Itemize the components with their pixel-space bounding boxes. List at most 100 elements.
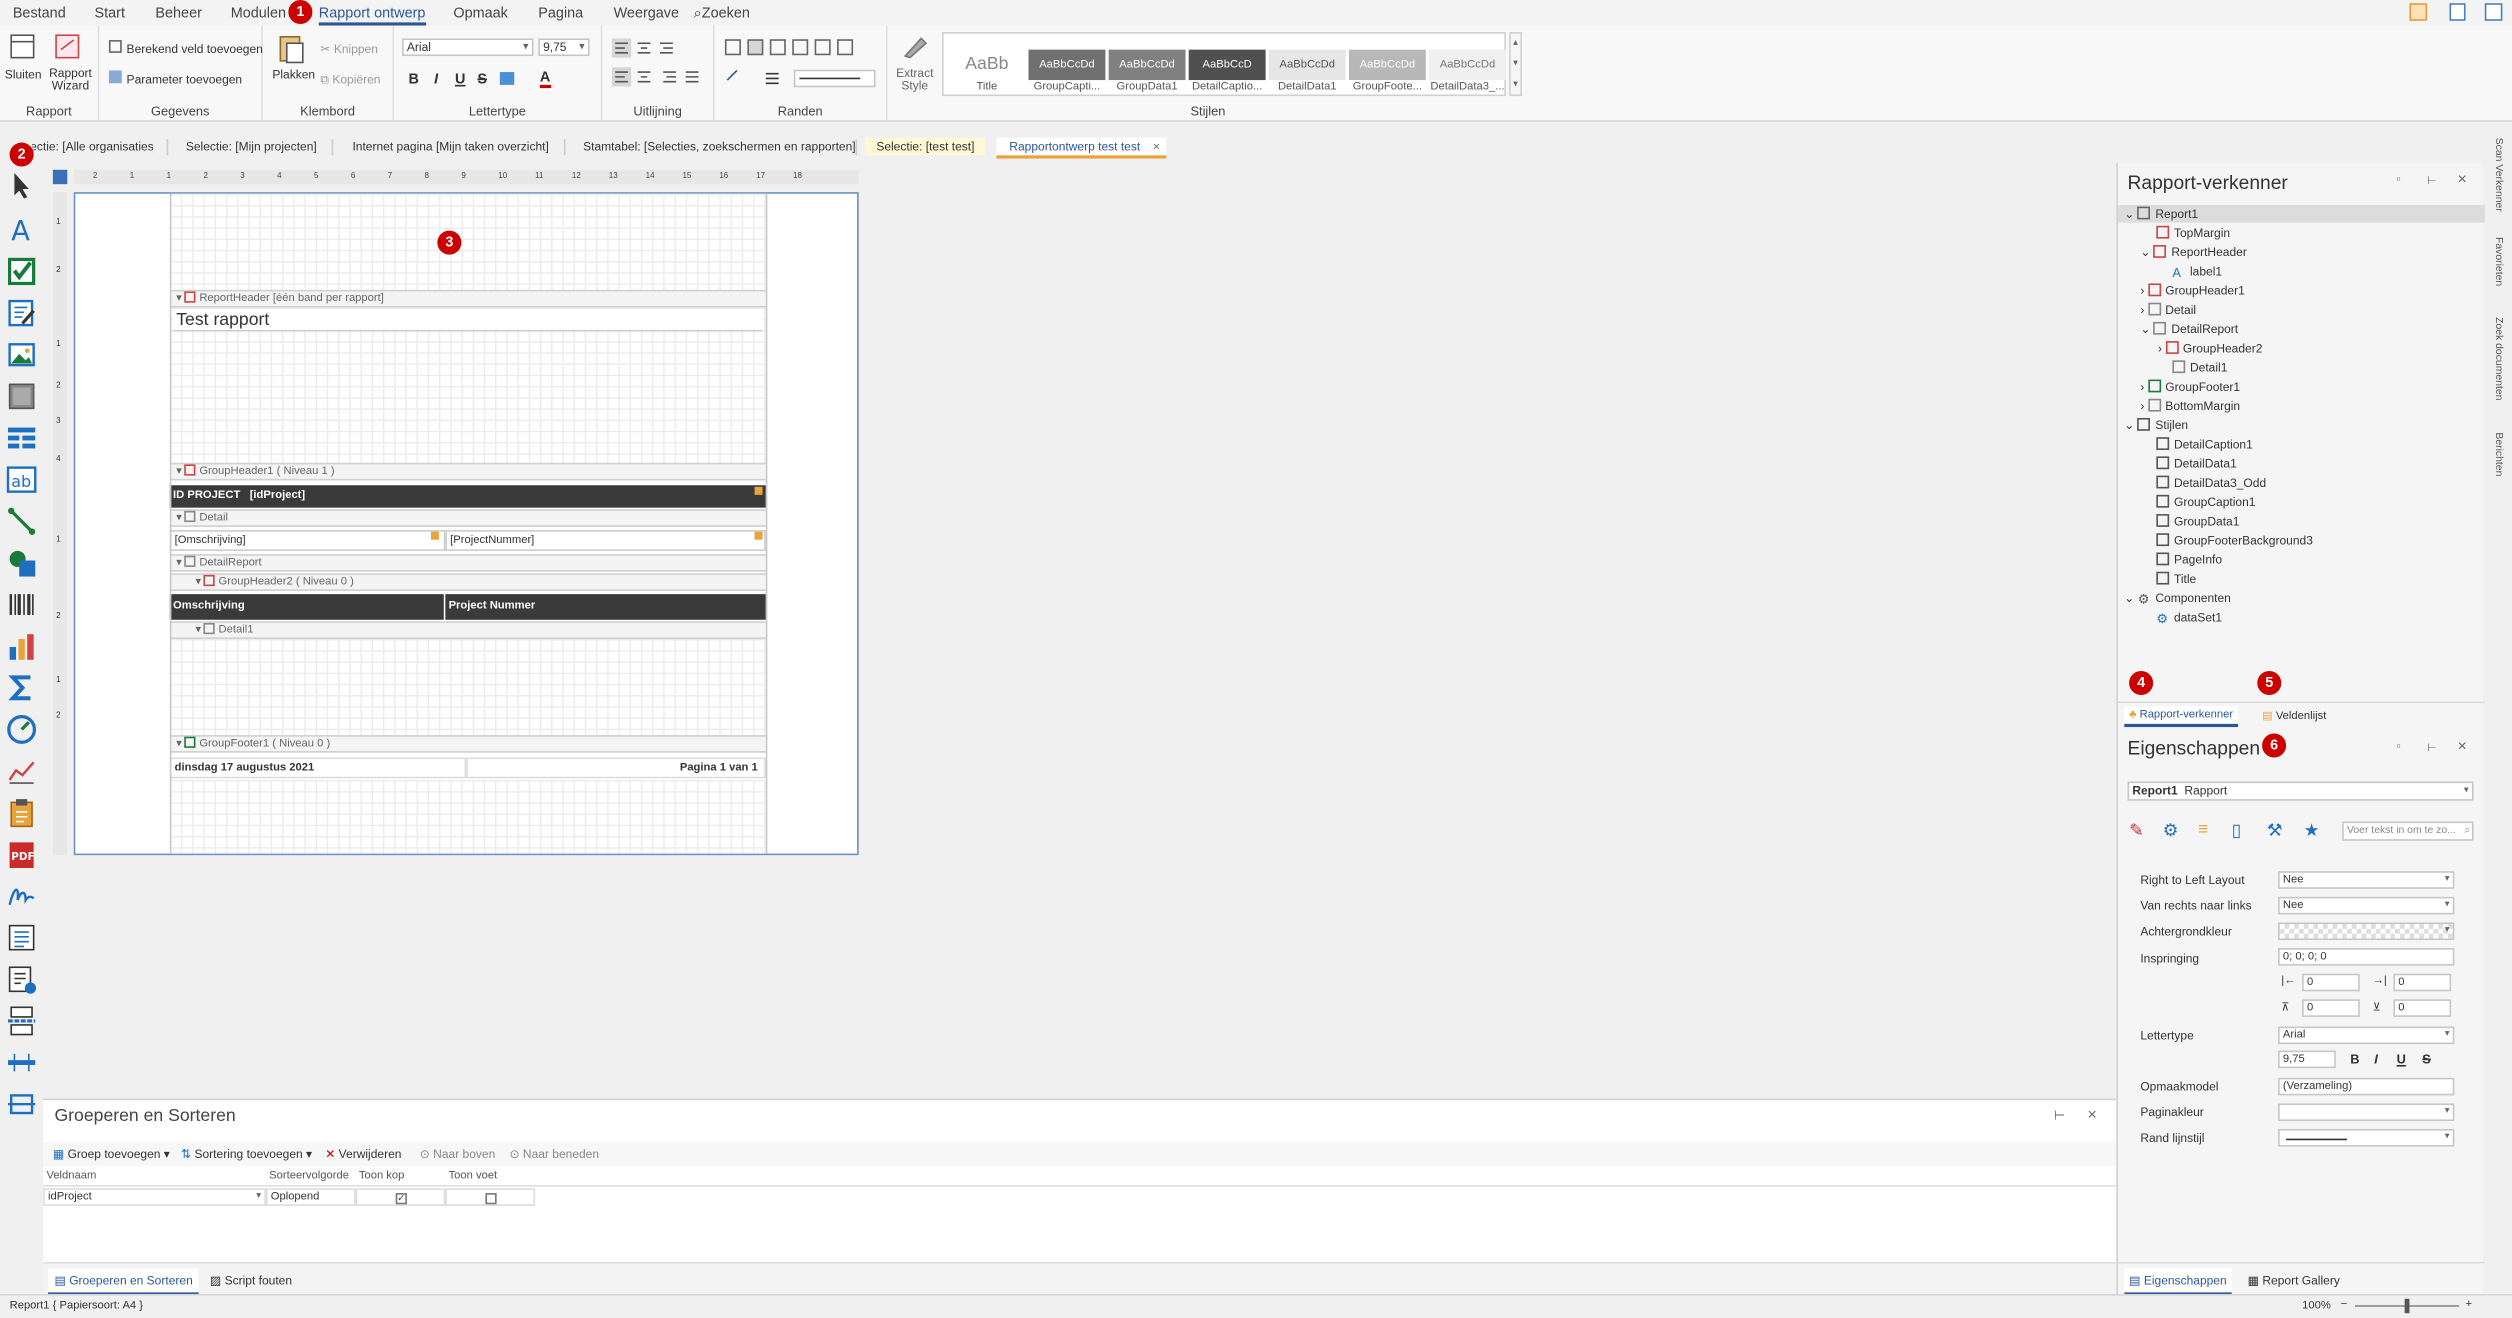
report-page[interactable]: ▾ ReportHeader [één band per rapport] Te… (73, 192, 859, 856)
pageinfo-tool-icon[interactable] (6, 964, 37, 994)
detailreport-band[interactable]: ▾ DetailReport (169, 554, 766, 572)
bottom-margin-band[interactable] (169, 779, 766, 854)
richtext-tool-icon[interactable] (6, 298, 36, 328)
sort-order-value[interactable]: Oplopend (265, 1188, 356, 1206)
tree-node-dataset1[interactable]: ⚙ dataSet1 (2156, 610, 2222, 626)
font-color-button[interactable]: A (539, 70, 551, 89)
groupheader2-band[interactable]: ▾ GroupHeader2 ( Niveau 0 ) (169, 573, 766, 591)
pin-icon[interactable]: ⊢ (2427, 175, 2437, 187)
tree-node-style[interactable]: DetailData1 (2156, 456, 2237, 471)
report-wizard-button[interactable]: Rapport Wizard (48, 66, 93, 93)
tree-node-style[interactable]: GroupFooterBackground3 (2156, 533, 2313, 548)
padding-top-input[interactable]: 0 (2302, 999, 2360, 1017)
tree-node-label1[interactable]: Alabel1 (2172, 264, 2222, 280)
menu-modulen[interactable]: Modulen (231, 5, 286, 21)
tree-node-componenten[interactable]: ⌄ ⚙ Componenten (2124, 591, 2231, 607)
window-icon[interactable] (2484, 3, 2503, 21)
strikethrough-button[interactable]: S (477, 70, 487, 86)
close-panel-icon[interactable]: × (2087, 1107, 2096, 1125)
checkbox-tool-icon[interactable] (6, 256, 36, 286)
prop-bold-button[interactable]: B (2350, 1052, 2359, 1066)
prop-stylesheet-value[interactable]: (Verzameling) (2278, 1077, 2455, 1096)
float-icon[interactable]: ▫ (2397, 741, 2401, 752)
tab-eigenschappen[interactable]: ▤ Eigenschappen (2124, 1268, 2232, 1296)
tab-mijn-projecten[interactable]: Selectie: [Mijn projecten] (186, 138, 317, 156)
menu-weergave[interactable]: Weergave (614, 5, 679, 21)
summary-tool-icon[interactable] (6, 673, 36, 703)
padding-bottom-input[interactable]: 0 (2393, 999, 2452, 1017)
menu-rapport-ontwerp[interactable]: Rapport ontwerp (318, 5, 426, 26)
zoom-out-button[interactable]: − (2341, 1299, 2348, 1310)
toc-tool-icon[interactable] (6, 922, 36, 952)
prop-background-value[interactable] (2278, 922, 2455, 941)
tree-node-groupheader2[interactable]: › GroupHeader2 (2158, 341, 2262, 356)
tree-node-style[interactable]: PageInfo (2156, 552, 2222, 567)
gallery-scroll[interactable]: ▴ ▾ ▾ (1509, 32, 1522, 97)
layout-icon[interactable]: ▯ (2232, 820, 2242, 841)
padding-left-input[interactable]: 0 (2302, 973, 2360, 992)
paste-button[interactable]: Plakken (272, 67, 315, 81)
float-icon[interactable]: ▫ (2397, 175, 2401, 186)
line-tool-icon[interactable] (6, 506, 36, 536)
menu-opmaak[interactable]: Opmaak (453, 5, 507, 21)
groupheader1-band[interactable]: ▾ GroupHeader1 ( Niveau 1 ) (169, 462, 766, 481)
tree-node-topmargin[interactable]: TopMargin (2156, 225, 2230, 240)
shape-tool-icon[interactable] (6, 548, 36, 578)
smart-tag-icon[interactable] (754, 531, 763, 540)
object-selector[interactable]: Report1 Rapport ▾ (2127, 781, 2474, 801)
move-up-button[interactable]: ⊙ Naar boven (420, 1147, 496, 1161)
table-row[interactable]: idProject ▾ Oplopend ✓ (43, 1188, 540, 1207)
move-down-button[interactable]: ⊙ Naar beneden (509, 1147, 599, 1161)
padding-right-input[interactable]: 0 (2393, 973, 2452, 992)
close-properties-icon[interactable]: × (2458, 738, 2467, 756)
side-tab-berichten[interactable]: Berichten (2493, 432, 2504, 476)
projectnummer-field[interactable]: [ProjectNummer] (445, 530, 766, 551)
extract-style-button[interactable]: Extract Style (894, 66, 936, 93)
zoom-slider-thumb[interactable] (2404, 1298, 2410, 1314)
label-tool-icon[interactable]: A (6, 215, 36, 245)
col-omschrijving[interactable]: Omschrijving (169, 594, 444, 620)
brush-icon[interactable]: ✎ (2129, 820, 2144, 841)
add-group-button[interactable]: ▦ Groep toevoegen ▾ (53, 1147, 170, 1161)
col-projectnummer[interactable]: Project Nummer (445, 594, 766, 620)
report-wizard-icon[interactable] (54, 34, 83, 60)
reportheader-band[interactable]: ▾ ReportHeader [één band per rapport] (169, 289, 766, 308)
prop-rtl-value[interactable]: Nee (2278, 896, 2455, 915)
tab-groeperen-sorteren[interactable]: ▤ Groeperen en Sorteren (48, 1268, 200, 1296)
picture-tool-icon[interactable] (6, 340, 36, 370)
data-icon[interactable]: ≡ (2198, 820, 2208, 839)
smart-tag-icon[interactable] (754, 486, 763, 495)
style-groupcaption[interactable]: AaBbCcDd (1028, 49, 1106, 81)
notification-icon[interactable] (2409, 3, 2428, 21)
parameter-button[interactable]: Parameter toevoegen (108, 70, 242, 86)
footer-date-field[interactable]: dinsdag 17 augustus 2021 (169, 757, 467, 779)
panel-tool-icon[interactable] (6, 381, 36, 411)
sparkline-tool-icon[interactable] (6, 756, 36, 786)
behavior-icon[interactable]: ⚙ (2163, 820, 2179, 841)
show-footer-checkbox[interactable] (485, 1193, 497, 1205)
pdf-tool-icon[interactable]: PDF (6, 839, 36, 869)
tree-node-groupfooter1[interactable]: › GroupFooter1 (2140, 379, 2240, 394)
tab-script-fouten[interactable]: ▨ Script fouten (203, 1268, 298, 1292)
detail-band[interactable]: ▾ Detail (169, 509, 766, 527)
copy-button[interactable]: ⧉ Kopiëren (320, 72, 380, 88)
crossband-box-tool-icon[interactable] (6, 1089, 36, 1119)
style-groupdata[interactable]: AaBbCcDd (1108, 49, 1186, 81)
cut-button[interactable]: ✂ Knippen (320, 42, 378, 56)
style-groupfooter[interactable]: AaBbCcDd (1348, 49, 1426, 81)
tree-node-style[interactable]: GroupData1 (2156, 514, 2239, 528)
font-size-select[interactable]: 9,75 (538, 38, 590, 57)
character-comb-tool-icon[interactable]: ab (6, 464, 37, 494)
paste-icon[interactable] (279, 32, 305, 64)
table-tool-icon[interactable] (6, 423, 36, 453)
tree-node-reportheader[interactable]: ⌄ ReportHeader (2140, 245, 2247, 259)
highlight-color-icon[interactable] (499, 72, 515, 85)
tab-rapportontwerp[interactable]: Rapportontwerp test test × (996, 137, 1167, 159)
chart-tool-icon[interactable] (6, 631, 36, 661)
id-project-row[interactable]: ID PROJECT [idProject] (169, 485, 766, 508)
close-explorer-icon[interactable]: × (2458, 171, 2467, 189)
calculated-field-button[interactable]: Berekend veld toevoegen (108, 40, 263, 56)
label1[interactable]: Test rapport (173, 309, 763, 332)
detail1-band[interactable]: ▾ Detail1 (169, 621, 766, 639)
prop-strike-button[interactable]: S (2422, 1052, 2431, 1066)
